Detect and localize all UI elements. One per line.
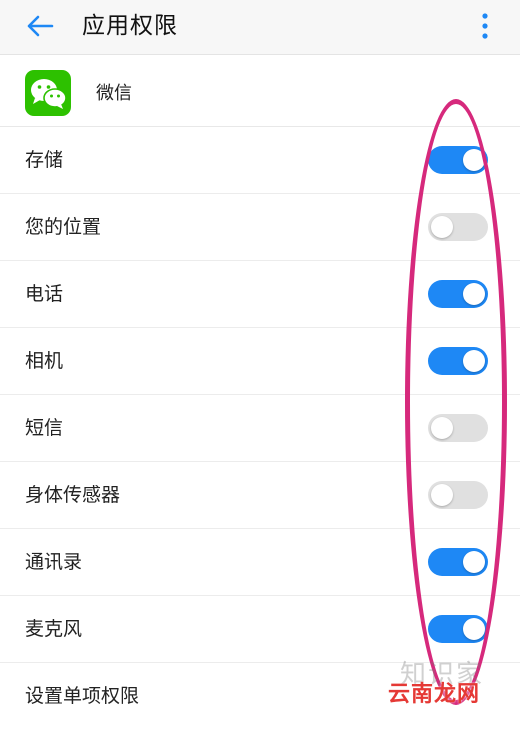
- arrow-left-icon: [27, 15, 54, 37]
- phone-toggle[interactable]: [428, 280, 488, 308]
- toggle-knob: [463, 283, 485, 305]
- wechat-icon: [25, 70, 71, 116]
- permission-row-sms[interactable]: 短信: [0, 395, 520, 462]
- toggle-knob: [431, 484, 453, 506]
- permission-row-phone[interactable]: 电话: [0, 261, 520, 328]
- permission-label: 您的位置: [25, 216, 102, 238]
- permission-label: 麦克风: [25, 618, 83, 640]
- permission-row-contacts[interactable]: 通讯录: [0, 529, 520, 596]
- permission-row-storage[interactable]: 存储: [0, 127, 520, 194]
- body-sensors-toggle[interactable]: [428, 481, 488, 509]
- back-button[interactable]: [22, 9, 58, 43]
- permission-row-microphone[interactable]: 麦克风: [0, 596, 520, 663]
- set-individual-permissions-label: 设置单项权限: [25, 685, 140, 707]
- permission-label: 相机: [25, 350, 64, 372]
- permission-list: 存储 您的位置 电话 相机 短信 身体传感器 通讯录 麦克风 设置单项权限: [0, 127, 520, 729]
- permission-label: 身体传感器: [25, 484, 121, 506]
- permission-label: 短信: [25, 417, 64, 439]
- permission-label: 通讯录: [25, 551, 83, 573]
- toggle-knob: [431, 417, 453, 439]
- more-vertical-icon: [482, 13, 488, 39]
- watermark: 云南龙网: [388, 682, 481, 707]
- storage-toggle[interactable]: [428, 146, 488, 174]
- more-options-button[interactable]: [470, 8, 500, 44]
- permission-label: 存储: [25, 149, 64, 171]
- toggle-knob: [463, 618, 485, 640]
- app-info-row: 微信: [0, 62, 520, 127]
- app-name: 微信: [96, 83, 132, 104]
- contacts-toggle[interactable]: [428, 548, 488, 576]
- location-toggle[interactable]: [428, 213, 488, 241]
- microphone-toggle[interactable]: [428, 615, 488, 643]
- toggle-knob: [463, 149, 485, 171]
- toggle-knob: [463, 551, 485, 573]
- permission-row-body-sensors[interactable]: 身体传感器: [0, 462, 520, 529]
- sms-toggle[interactable]: [428, 414, 488, 442]
- toggle-knob: [463, 350, 485, 372]
- page-title: 应用权限: [82, 13, 178, 39]
- toggle-knob: [431, 216, 453, 238]
- app-bar: 应用权限: [0, 0, 520, 55]
- permission-row-camera[interactable]: 相机: [0, 328, 520, 395]
- permission-row-location[interactable]: 您的位置: [0, 194, 520, 261]
- camera-toggle[interactable]: [428, 347, 488, 375]
- permission-label: 电话: [25, 283, 64, 305]
